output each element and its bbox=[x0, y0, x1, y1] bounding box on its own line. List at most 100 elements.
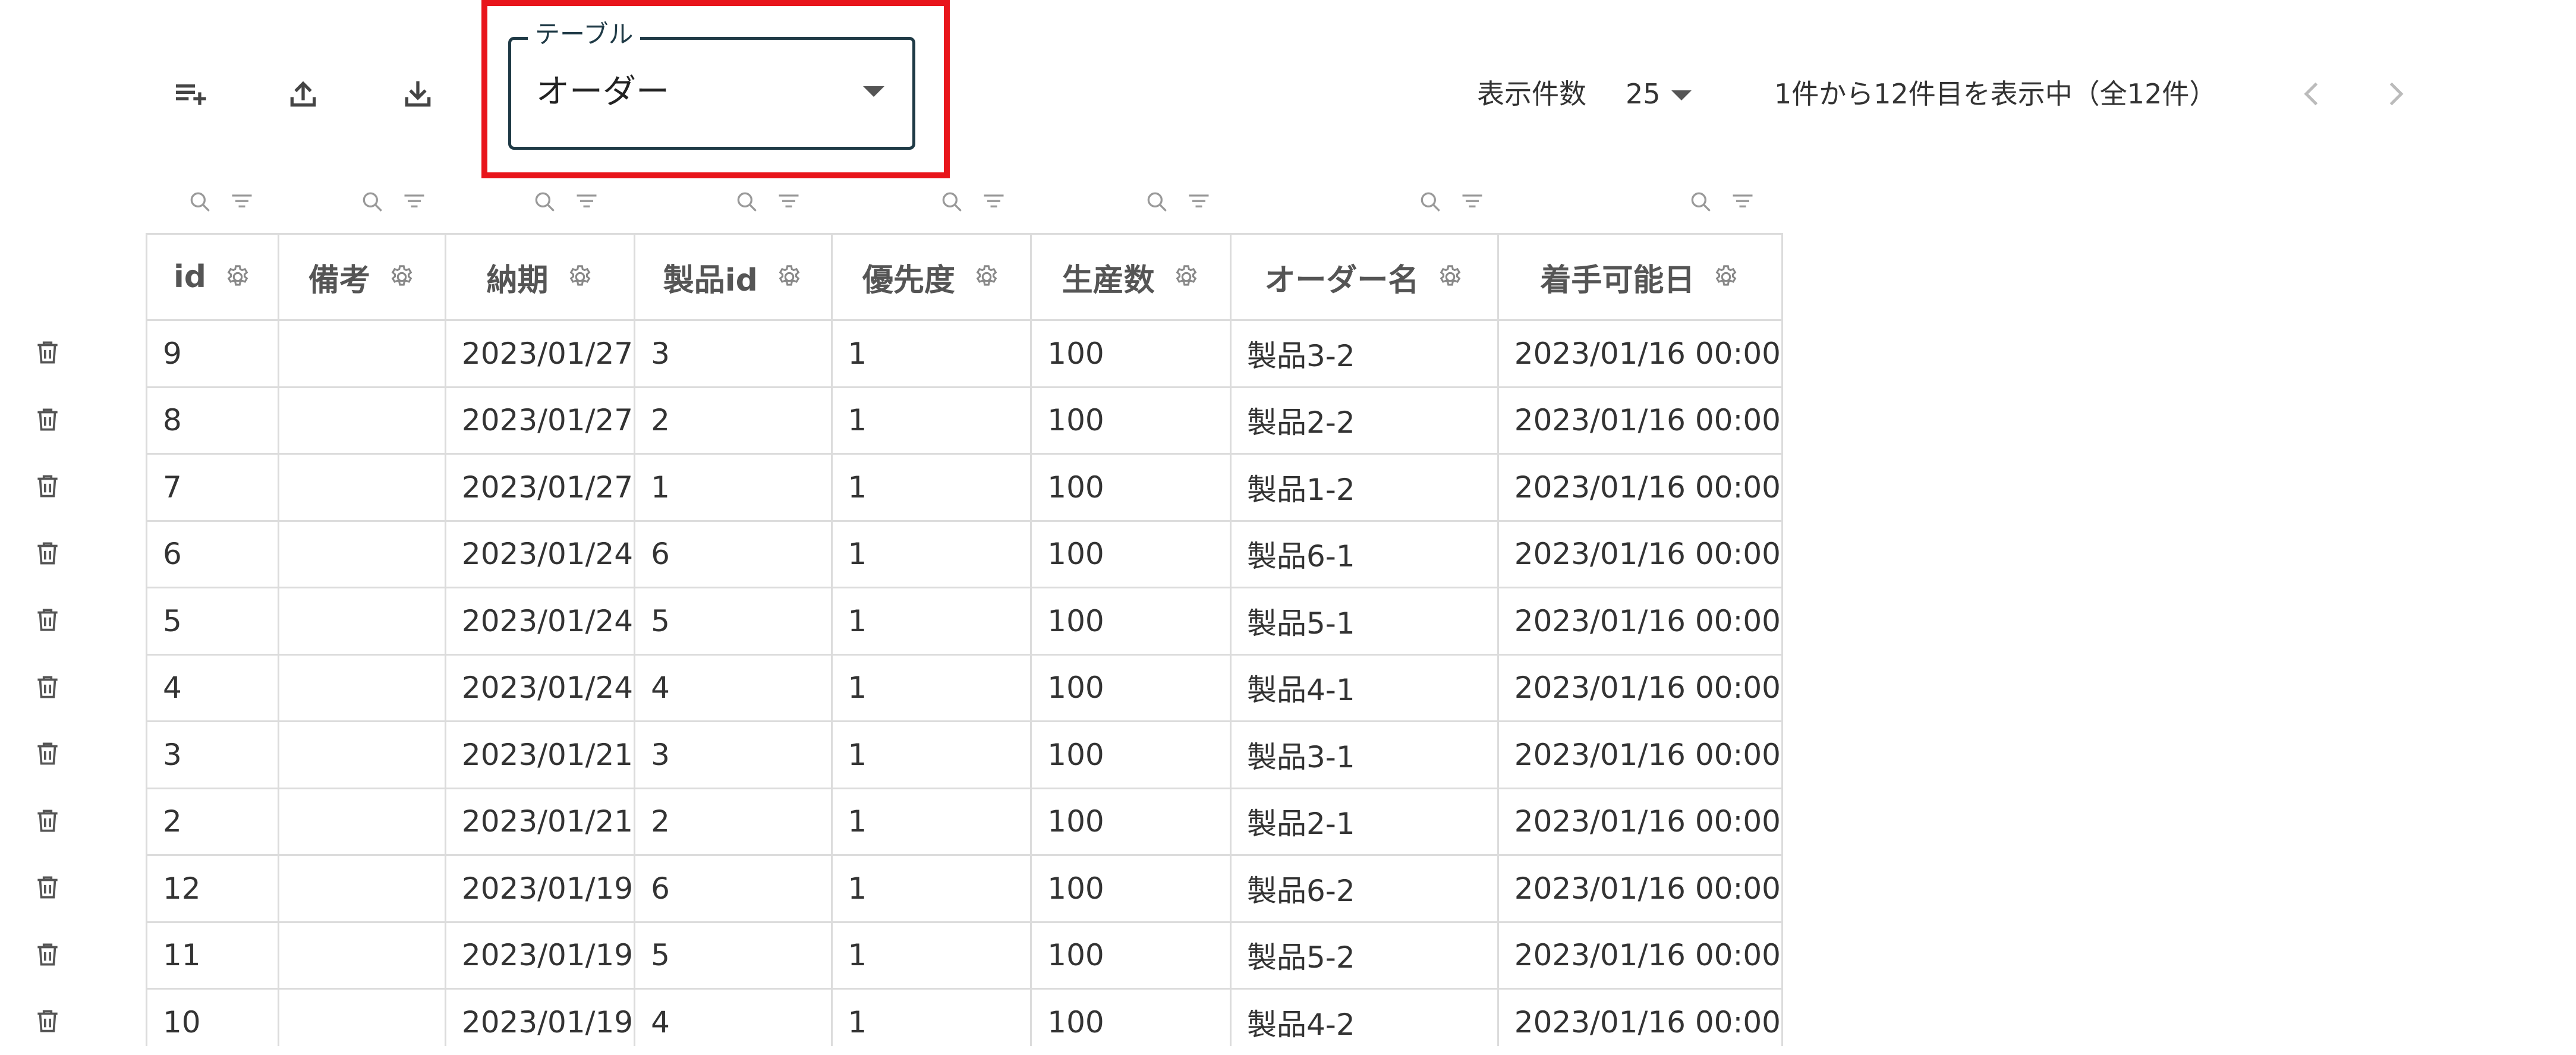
table-cell[interactable]: 6 bbox=[634, 854, 833, 923]
table-cell[interactable]: 11 bbox=[146, 921, 279, 990]
download-button[interactable] bbox=[394, 70, 442, 118]
table-row[interactable]: 12 2023/01/19 6 1 100 製品6-2 2023/01/16 00:00 bbox=[146, 854, 1783, 923]
table-cell[interactable]: 5 bbox=[634, 921, 833, 990]
next-page-button[interactable] bbox=[2377, 76, 2413, 112]
filter-icon[interactable] bbox=[1730, 189, 1756, 215]
table-cell[interactable]: 1 bbox=[830, 921, 1032, 990]
table-cell[interactable] bbox=[277, 921, 446, 990]
table-cell[interactable]: 2 bbox=[634, 386, 833, 455]
table-cell[interactable]: 6 bbox=[146, 519, 279, 588]
table-cell[interactable]: 製品5-1 bbox=[1230, 587, 1499, 656]
table-row[interactable]: 2 2023/01/21 2 1 100 製品2-1 2023/01/16 00:00 bbox=[146, 787, 1783, 856]
table-cell[interactable] bbox=[277, 386, 446, 455]
gear-icon[interactable] bbox=[1173, 263, 1200, 291]
search-icon[interactable] bbox=[939, 189, 965, 215]
table-cell[interactable]: 2023/01/24 bbox=[444, 587, 636, 656]
table-cell[interactable]: 2023/01/16 00:00 bbox=[1497, 587, 1783, 656]
search-icon[interactable] bbox=[532, 189, 558, 215]
gear-icon[interactable] bbox=[1712, 263, 1740, 291]
table-cell[interactable]: 2023/01/27 bbox=[444, 319, 636, 388]
table-cell[interactable]: 1 bbox=[830, 787, 1032, 856]
table-cell[interactable]: 1 bbox=[634, 453, 833, 522]
table-cell[interactable]: 2023/01/16 00:00 bbox=[1497, 921, 1783, 990]
filter-icon[interactable] bbox=[574, 189, 600, 215]
table-cell[interactable]: 100 bbox=[1030, 319, 1232, 388]
prev-page-button[interactable] bbox=[2294, 76, 2330, 112]
gear-icon[interactable] bbox=[1437, 263, 1464, 291]
table-cell[interactable]: 1 bbox=[830, 386, 1032, 455]
filter-icon[interactable] bbox=[401, 189, 427, 215]
table-cell[interactable]: 12 bbox=[146, 854, 279, 923]
table-row[interactable]: 9 2023/01/27 3 1 100 製品3-2 2023/01/16 00:00 bbox=[146, 319, 1783, 388]
delete-row-button[interactable] bbox=[24, 988, 71, 1055]
table-cell[interactable]: 1 bbox=[830, 653, 1032, 722]
column-header[interactable]: 生産数 bbox=[1030, 233, 1232, 321]
filter-icon[interactable] bbox=[981, 189, 1007, 215]
table-cell[interactable]: 1 bbox=[830, 453, 1032, 522]
table-row[interactable]: 8 2023/01/27 2 1 100 製品2-2 2023/01/16 00:00 bbox=[146, 386, 1783, 455]
table-cell[interactable]: 3 bbox=[634, 720, 833, 789]
table-cell[interactable]: 5 bbox=[146, 587, 279, 656]
table-cell[interactable]: 2023/01/21 bbox=[444, 787, 636, 856]
table-cell[interactable]: 100 bbox=[1030, 386, 1232, 455]
column-header[interactable]: id bbox=[146, 233, 279, 321]
table-cell[interactable]: 8 bbox=[146, 386, 279, 455]
table-row[interactable]: 10 2023/01/19 4 1 100 製品4-2 2023/01/16 00:00 bbox=[146, 988, 1783, 1046]
table-cell[interactable]: 2023/01/16 00:00 bbox=[1497, 653, 1783, 722]
add-rows-button[interactable] bbox=[166, 70, 214, 118]
table-cell[interactable]: 製品6-2 bbox=[1230, 854, 1499, 923]
table-cell[interactable]: 製品6-1 bbox=[1230, 519, 1499, 588]
table-cell[interactable] bbox=[277, 587, 446, 656]
filter-icon[interactable] bbox=[1459, 189, 1485, 215]
delete-row-button[interactable] bbox=[24, 386, 71, 454]
table-cell[interactable]: 2023/01/19 bbox=[444, 988, 636, 1046]
table-cell[interactable]: 100 bbox=[1030, 921, 1232, 990]
table-cell[interactable]: 2023/01/16 00:00 bbox=[1497, 720, 1783, 789]
table-cell[interactable]: 10 bbox=[146, 988, 279, 1046]
table-cell[interactable]: 2023/01/16 00:00 bbox=[1497, 386, 1783, 455]
table-cell[interactable] bbox=[277, 720, 446, 789]
table-cell[interactable]: 100 bbox=[1030, 587, 1232, 656]
table-row[interactable]: 7 2023/01/27 1 1 100 製品1-2 2023/01/16 00:00 bbox=[146, 453, 1783, 522]
delete-row-button[interactable] bbox=[24, 319, 71, 386]
gear-icon[interactable] bbox=[776, 263, 803, 291]
table-cell[interactable]: 2023/01/16 00:00 bbox=[1497, 787, 1783, 856]
table-cell[interactable]: 3 bbox=[634, 319, 833, 388]
gear-icon[interactable] bbox=[973, 263, 1000, 291]
table-cell[interactable] bbox=[277, 787, 446, 856]
gear-icon[interactable] bbox=[566, 263, 594, 291]
table-row[interactable]: 5 2023/01/24 5 1 100 製品5-1 2023/01/16 00:00 bbox=[146, 587, 1783, 656]
table-cell[interactable] bbox=[277, 854, 446, 923]
delete-row-button[interactable] bbox=[24, 520, 71, 587]
filter-icon[interactable] bbox=[1186, 189, 1212, 215]
table-cell[interactable]: 100 bbox=[1030, 653, 1232, 722]
table-cell[interactable]: 2023/01/27 bbox=[444, 453, 636, 522]
table-cell[interactable]: 1 bbox=[830, 587, 1032, 656]
table-cell[interactable]: 2 bbox=[146, 787, 279, 856]
table-cell[interactable]: 2023/01/19 bbox=[444, 854, 636, 923]
table-row[interactable]: 6 2023/01/24 6 1 100 製品6-1 2023/01/16 00:00 bbox=[146, 519, 1783, 588]
caret-down-icon[interactable] bbox=[863, 86, 884, 97]
table-cell[interactable]: 1 bbox=[830, 519, 1032, 588]
table-row[interactable]: 3 2023/01/21 3 1 100 製品3-1 2023/01/16 00:00 bbox=[146, 720, 1783, 789]
search-icon[interactable] bbox=[360, 189, 386, 215]
search-icon[interactable] bbox=[1418, 189, 1444, 215]
table-cell[interactable]: 3 bbox=[146, 720, 279, 789]
table-cell[interactable] bbox=[277, 319, 446, 388]
delete-row-button[interactable] bbox=[24, 654, 71, 721]
table-cell[interactable]: 製品5-2 bbox=[1230, 921, 1499, 990]
table-cell[interactable]: 4 bbox=[146, 653, 279, 722]
table-cell[interactable]: 100 bbox=[1030, 720, 1232, 789]
table-cell[interactable]: 製品2-1 bbox=[1230, 787, 1499, 856]
table-cell[interactable]: 100 bbox=[1030, 519, 1232, 588]
table-cell[interactable]: 4 bbox=[634, 988, 833, 1046]
filter-icon[interactable] bbox=[229, 189, 255, 215]
search-icon[interactable] bbox=[734, 189, 760, 215]
column-header[interactable]: 備考 bbox=[277, 233, 446, 321]
table-cell[interactable]: 2023/01/27 bbox=[444, 386, 636, 455]
delete-row-button[interactable] bbox=[24, 921, 71, 988]
table-cell[interactable]: 製品1-2 bbox=[1230, 453, 1499, 522]
table-cell[interactable]: 2023/01/24 bbox=[444, 653, 636, 722]
delete-row-button[interactable] bbox=[24, 854, 71, 921]
table-cell[interactable] bbox=[277, 453, 446, 522]
